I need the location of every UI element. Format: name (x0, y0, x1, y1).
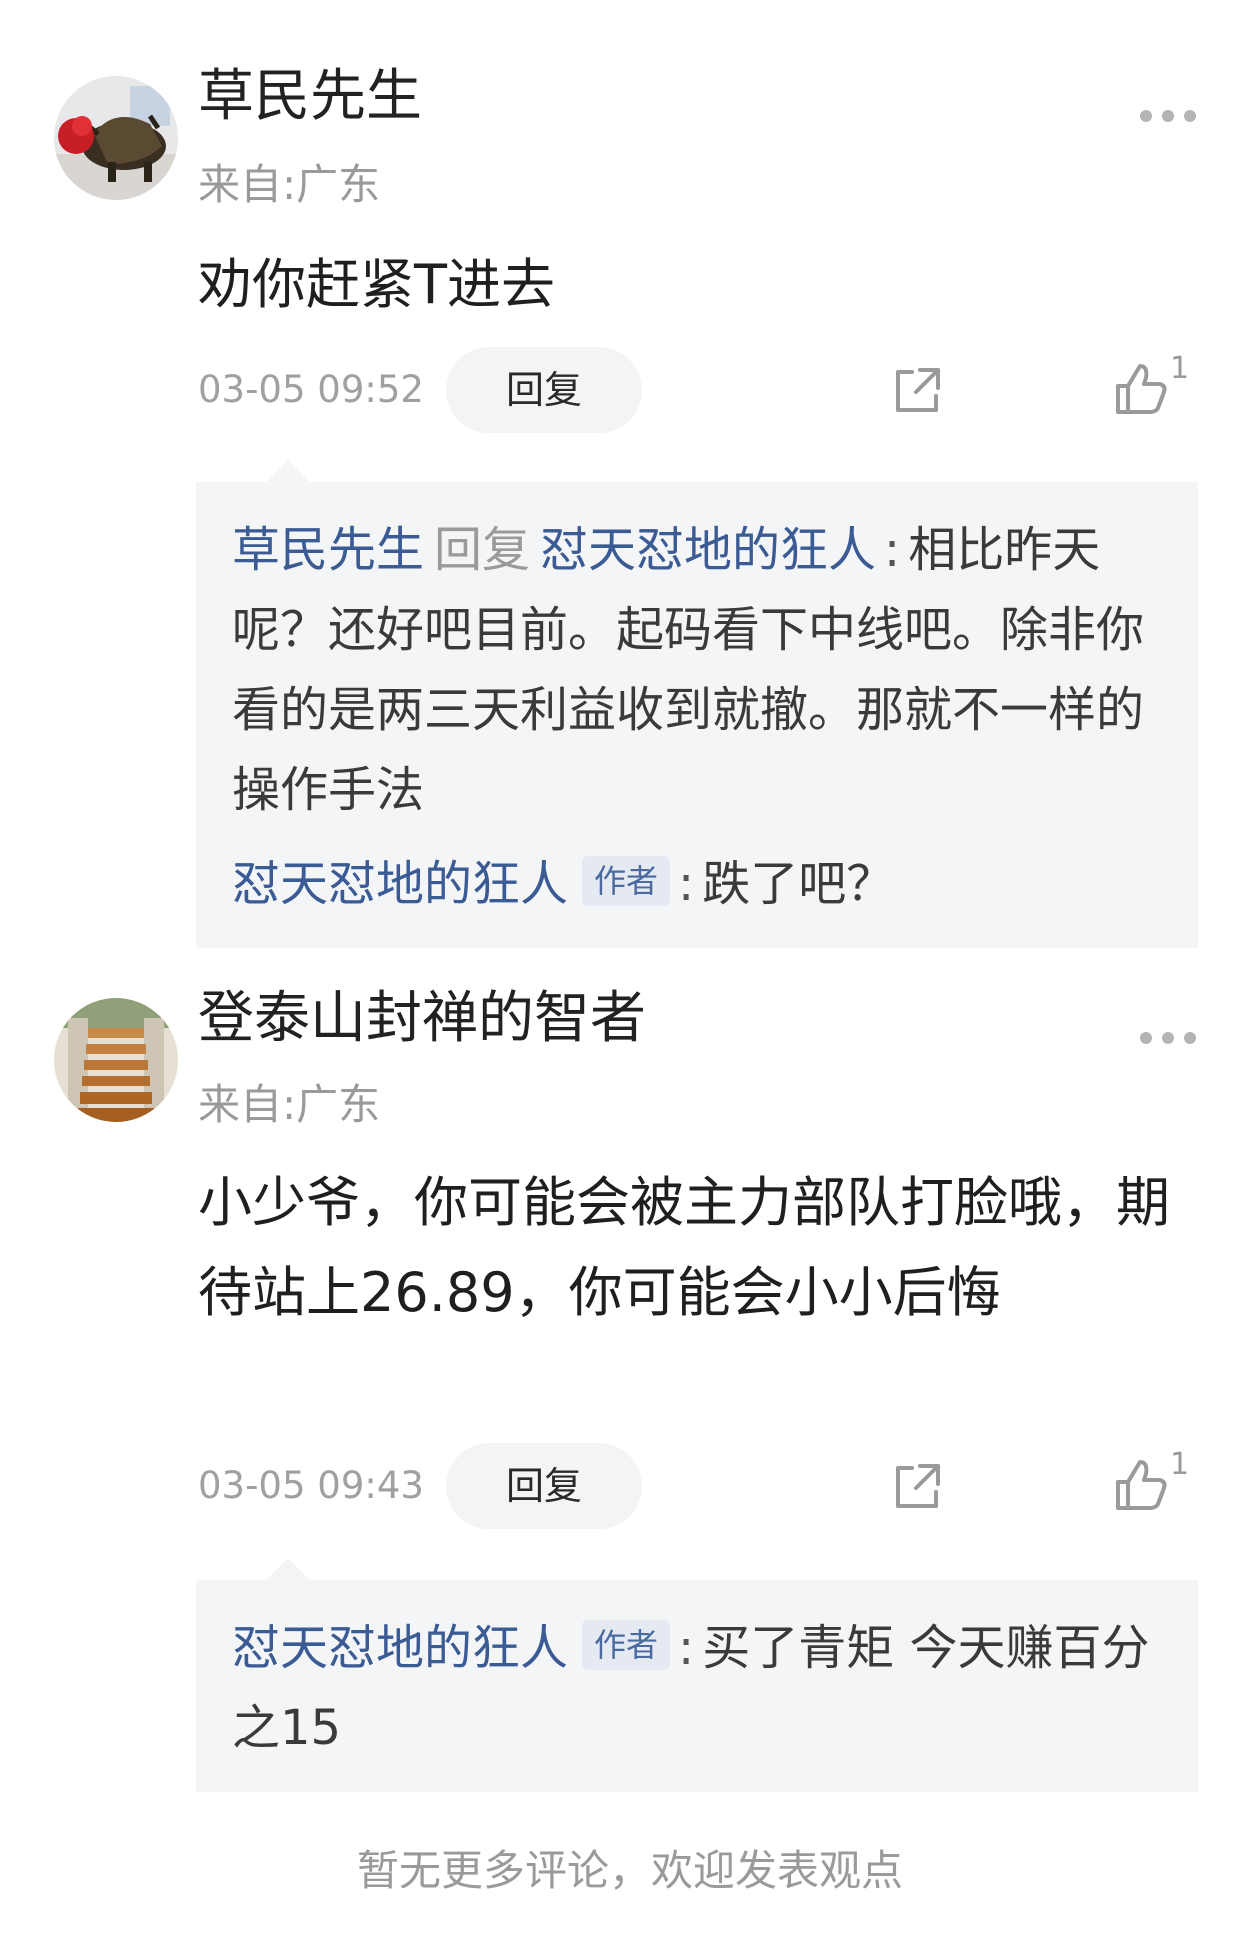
share-icon[interactable] (890, 362, 946, 418)
reply-button[interactable]: 回复 (446, 1443, 642, 1529)
no-more-comments-text: 暂无更多评论，欢迎发表观点 (356, 1846, 903, 1895)
comment-timestamp: 03-05 09:43 (198, 1464, 424, 1507)
comment-content: 小少爷，你可能会被主力部队打脸哦，期待站上26.89，你可能会小小后悔 (198, 1171, 1170, 1324)
comment-location: 来自:广东 (198, 160, 381, 209)
more-options-icon[interactable] (1140, 106, 1196, 126)
reply-button[interactable]: 回复 (446, 347, 642, 433)
avatar[interactable] (54, 76, 178, 200)
share-icon[interactable] (890, 1458, 946, 1514)
comment-username[interactable]: 草民先生 (198, 64, 422, 130)
comment-content: 劝你赶紧T进去 (198, 253, 555, 316)
reply-text: 跌了吧？ (702, 856, 895, 912)
comment-username[interactable]: 登泰山封禅的智者 (198, 986, 646, 1052)
more-options-icon[interactable] (1140, 1028, 1196, 1048)
reply-thread: 草民先生 回复 怼天怼地的狂人: 相比昨天呢？还好吧目前。起码看下中线吧。除非你看的是… (196, 460, 1198, 948)
reply-thread: 怼天怼地的狂人 作者: 买了青矩 今天赚百分之15 (196, 1558, 1198, 1792)
thumbs-up-icon[interactable] (1112, 360, 1170, 418)
reply-item[interactable]: 怼天怼地的狂人 作者: 买了青矩 今天赚百分之15 (232, 1608, 1164, 1768)
reply-item[interactable]: 草民先生 回复 怼天怼地的狂人: 相比昨天呢？还好吧目前。起码看下中线吧。除非你看的是… (232, 510, 1164, 830)
comment-location: 来自:广东 (198, 1080, 381, 1129)
reply-colon: : (678, 856, 695, 912)
thumbs-up-icon[interactable] (1112, 1456, 1170, 1514)
author-badge: 作者 (582, 856, 671, 906)
reply-author-name[interactable]: 怼天怼地的狂人 (232, 1620, 568, 1676)
like-count: 1 (1170, 1447, 1190, 1482)
reply-item[interactable]: 怼天怼地的狂人 作者: 跌了吧？ (232, 844, 1164, 924)
bull-statue-avatar-icon (54, 76, 178, 200)
reply-verb: 回复 (434, 522, 531, 578)
avatar[interactable] (54, 998, 178, 1122)
reply-author-name[interactable]: 草民先生 (232, 522, 424, 578)
like-count: 1 (1170, 351, 1190, 386)
reply-colon: : (678, 1620, 695, 1676)
reply-target-name[interactable]: 怼天怼地的狂人 (540, 522, 876, 578)
reply-author-name[interactable]: 怼天怼地的狂人 (232, 856, 568, 912)
author-badge: 作者 (582, 1620, 671, 1670)
comment-timestamp: 03-05 09:52 (198, 368, 424, 411)
reply-colon: : (884, 522, 901, 578)
staircase-avatar-icon (54, 998, 178, 1122)
